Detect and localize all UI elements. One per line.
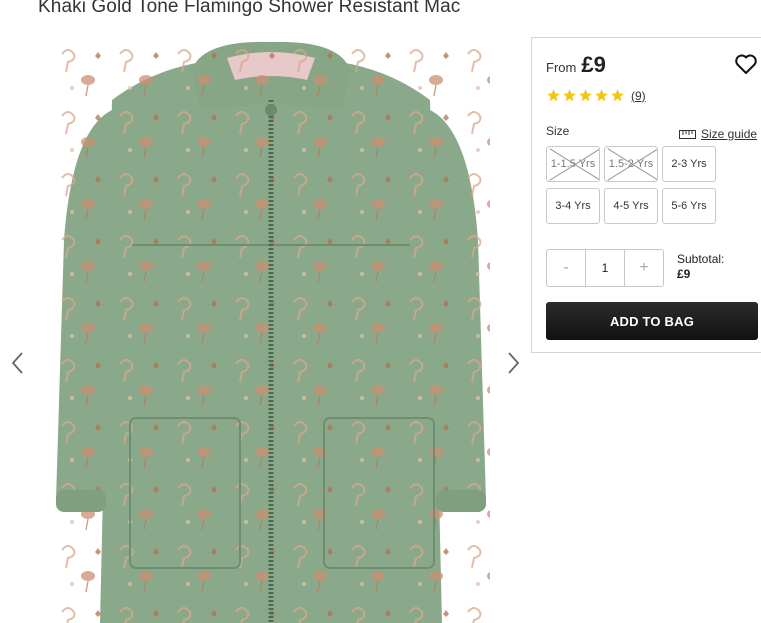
ruler-icon bbox=[679, 130, 696, 139]
subtotal: Subtotal: £9 bbox=[677, 252, 724, 282]
quantity-increase-button[interactable]: + bbox=[625, 250, 663, 286]
size-option[interactable]: 3-4 Yrs bbox=[546, 188, 600, 224]
quantity-input[interactable]: 1 bbox=[585, 250, 625, 286]
buy-panel: From £9 (9) Size Size guide 1-1.5 Yrs 1.… bbox=[531, 37, 761, 353]
size-label: Size bbox=[546, 124, 570, 138]
product-title: Khaki Gold Tone Flamingo Shower Resistan… bbox=[38, 0, 461, 17]
size-option[interactable]: 2-3 Yrs bbox=[662, 146, 716, 182]
gallery-next-button[interactable] bbox=[503, 348, 523, 378]
quantity-decrease-button[interactable]: - bbox=[547, 250, 585, 286]
size-option[interactable]: 4-5 Yrs bbox=[604, 188, 658, 224]
rating: (9) bbox=[546, 88, 646, 103]
chevron-left-icon bbox=[11, 352, 23, 374]
star-icon bbox=[563, 89, 576, 102]
review-count-link[interactable]: (9) bbox=[631, 89, 646, 103]
size-guide-link[interactable]: Size guide bbox=[679, 127, 757, 141]
size-option[interactable]: 1.5-2 Yrs bbox=[604, 146, 658, 182]
size-guide-label: Size guide bbox=[701, 127, 758, 141]
heart-outline-icon bbox=[735, 54, 757, 74]
add-to-bag-button[interactable]: ADD TO BAG bbox=[546, 302, 758, 340]
product-image bbox=[52, 40, 490, 623]
quantity-stepper: - 1 + bbox=[546, 249, 664, 287]
price-row: From £9 bbox=[546, 52, 606, 78]
size-option[interactable]: 1-1.5 Yrs bbox=[546, 146, 600, 182]
chevron-right-icon bbox=[508, 352, 520, 374]
price: £9 bbox=[581, 52, 606, 77]
size-option[interactable]: 5-6 Yrs bbox=[662, 188, 716, 224]
star-icon bbox=[611, 89, 624, 102]
subtotal-value: £9 bbox=[677, 267, 691, 281]
star-icon bbox=[547, 89, 560, 102]
product-gallery bbox=[0, 30, 530, 623]
wishlist-button[interactable] bbox=[734, 52, 758, 76]
from-label: From bbox=[546, 60, 577, 75]
gallery-prev-button[interactable] bbox=[8, 348, 28, 378]
star-icon bbox=[595, 89, 608, 102]
star-icon bbox=[579, 89, 592, 102]
subtotal-label: Subtotal: bbox=[677, 252, 725, 266]
star-rating bbox=[546, 88, 626, 103]
